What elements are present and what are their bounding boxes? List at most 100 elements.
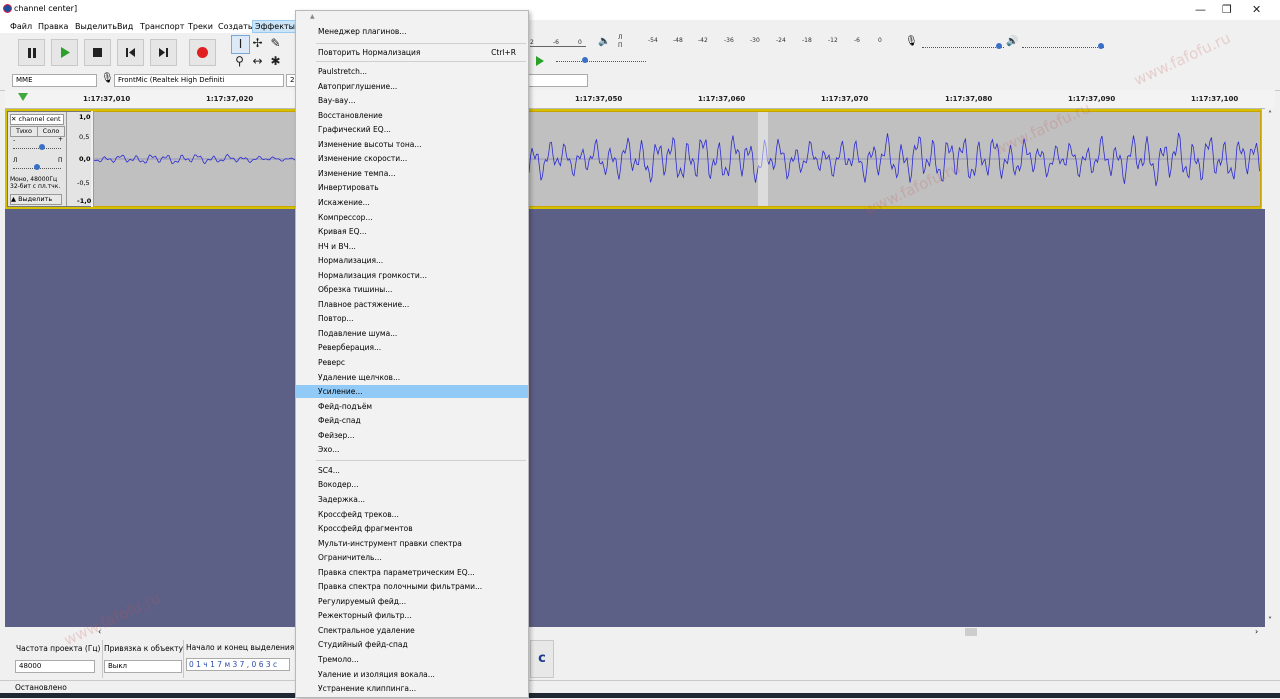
speaker-icon[interactable]: 🔈 — [598, 36, 610, 47]
menu-item-effect[interactable]: Вау-вау... — [296, 94, 528, 107]
scroll-down-icon[interactable]: ˅ — [1268, 616, 1272, 625]
multi-tool-icon[interactable]: ✱ — [267, 53, 284, 70]
play-speed-slider[interactable] — [556, 57, 646, 63]
stop-button[interactable] — [84, 39, 111, 66]
menu-generate[interactable]: Создать — [218, 22, 253, 31]
menu-item-effect[interactable]: Изменение темпа... — [296, 167, 528, 180]
envelope-tool-icon[interactable]: ✢ — [249, 35, 266, 52]
playback-volume-slider[interactable] — [1022, 40, 1104, 49]
menu-item-effect[interactable]: Правка спектра полочными фильтрами... — [296, 580, 528, 593]
menu-item-effect[interactable]: Искажение... — [296, 196, 528, 209]
menu-tracks[interactable]: Треки — [188, 22, 213, 31]
output-device-select[interactable] — [528, 74, 588, 87]
empty-track-area[interactable] — [5, 209, 1267, 627]
menu-item-effect[interactable]: Кроссфейд фрагментов — [296, 522, 528, 535]
input-device-select[interactable]: FrontMic (Realtek High Definiti — [114, 74, 284, 87]
menu-item-effect[interactable]: Автоприглушение... — [296, 80, 528, 93]
mute-button[interactable]: Тихо — [10, 126, 38, 137]
menu-item-effect[interactable]: Компрессор... — [296, 211, 528, 224]
track-menu-button[interactable]: ✕ channel cent — [10, 114, 64, 125]
menu-effects[interactable]: Эффекты — [252, 20, 298, 33]
waveform-area[interactable] — [93, 111, 1261, 207]
menu-item-effect[interactable]: Режекторный фильтр... — [296, 609, 528, 622]
menu-edit[interactable]: Правка — [38, 22, 68, 31]
menu-item-effect[interactable]: Тремоло... — [296, 653, 528, 666]
menu-item-effect[interactable]: Подавление шума... — [296, 327, 528, 340]
audio-host-select[interactable]: MME — [12, 74, 97, 87]
menu-item-effect[interactable]: Эхо... — [296, 443, 528, 456]
horizontal-scrollbar[interactable]: ‹ › — [5, 627, 1267, 638]
menu-item-effect[interactable]: Ограничитель... — [296, 551, 528, 564]
menu-select[interactable]: Выделить — [75, 22, 117, 31]
menu-item-effect[interactable]: SC4... — [296, 464, 528, 477]
menu-item-effect[interactable]: НЧ и ВЧ... — [296, 240, 528, 253]
play-button[interactable] — [51, 39, 78, 66]
window-title: channel center] — [14, 4, 78, 13]
play-at-speed-button[interactable] — [536, 56, 544, 66]
draw-tool-icon[interactable]: ✎ — [267, 35, 284, 52]
project-rate-select[interactable]: 48000 — [15, 660, 95, 673]
menu-item-effect[interactable]: Кроссфейд треков... — [296, 508, 528, 521]
pause-button[interactable] — [18, 39, 45, 66]
menu-item-effect[interactable]: Спектральное удаление — [296, 624, 528, 637]
record-button[interactable] — [189, 39, 216, 66]
scroll-up-icon[interactable]: ˄ — [1268, 110, 1272, 119]
menu-item-effect[interactable]: Удаление щелчков... — [296, 371, 528, 384]
menu-view[interactable]: Вид — [117, 22, 133, 31]
menu-item-effect[interactable]: Нормализация... — [296, 254, 528, 267]
zoom-tool-icon[interactable]: ⚲ — [231, 53, 248, 70]
minimize-button[interactable]: — — [1195, 3, 1206, 16]
menu-item-effect[interactable]: Paulstretch... — [296, 65, 528, 78]
menu-item-effect[interactable]: Инвертировать — [296, 181, 528, 194]
track-select-button[interactable]: ▲ Выделить — [10, 194, 62, 205]
selection-tool-icon[interactable]: I — [231, 35, 250, 54]
menu-item-effect[interactable]: Фейзер... — [296, 429, 528, 442]
menu-item-effect[interactable]: Графический EQ... — [296, 123, 528, 136]
menu-item-effect[interactable]: Восстановление — [296, 109, 528, 122]
playback-meter[interactable]: -54 -48 -42 -36 -30 -24 -18 -12 -6 0 — [640, 37, 890, 47]
snap-select[interactable]: Выкл — [104, 660, 182, 673]
menu-item-plugin-manager[interactable]: Менеджер плагинов... — [296, 25, 528, 38]
menu-item-effect[interactable]: Студийный фейд-спад — [296, 638, 528, 651]
gain-slider[interactable] — [13, 144, 61, 150]
skip-start-button[interactable] — [117, 39, 144, 66]
menu-item-effect[interactable]: Плавное растяжение... — [296, 298, 528, 311]
menu-item-effect[interactable]: Регулируемый фейд... — [296, 595, 528, 608]
timeshift-tool-icon[interactable]: ↔ — [249, 53, 266, 70]
play-head-icon[interactable] — [18, 93, 28, 101]
menu-item-effect[interactable]: Задержка... — [296, 493, 528, 506]
vertical-scrollbar[interactable]: ˄ ˅ — [1265, 108, 1280, 628]
menu-item-repeat-last[interactable]: Повторить Нормализация Ctrl+R — [296, 46, 528, 59]
close-icon[interactable]: ✕ — [11, 115, 16, 123]
record-volume-slider[interactable] — [922, 40, 1004, 49]
menu-item-effect[interactable]: Уаление и изоляция вокала... — [296, 668, 528, 681]
menu-item-effect[interactable]: Изменение скорости... — [296, 152, 528, 165]
menu-item-effect[interactable]: Повтор... — [296, 312, 528, 325]
menu-item-effect[interactable]: Усиление... — [296, 385, 528, 399]
selection-start-time[interactable]: 0 1 ч 1 7 м 3 7 , 0 6 3 с — [186, 658, 290, 671]
menu-item-effect[interactable]: Нормализация громкости... — [296, 269, 528, 282]
menu-item-label: Кривая EQ... — [318, 227, 367, 237]
scroll-right-icon[interactable]: › — [1255, 627, 1258, 636]
menu-item-effect[interactable]: Изменение высоты тона... — [296, 138, 528, 151]
skip-end-button[interactable] — [150, 39, 177, 66]
menu-item-effect[interactable]: Кривая EQ... — [296, 225, 528, 238]
scroll-thumb[interactable] — [965, 628, 977, 636]
close-button[interactable]: ✕ — [1252, 3, 1261, 16]
time-display[interactable]: с — [530, 640, 554, 678]
menu-file[interactable]: Файл — [10, 22, 32, 31]
menu-item-effect[interactable]: Фейд-спад — [296, 414, 528, 427]
menu-item-effect[interactable]: Обрезка тишины... — [296, 283, 528, 296]
menu-item-effect[interactable]: Вокодер... — [296, 478, 528, 491]
menu-item-effect[interactable]: Фейд-подъём — [296, 400, 528, 413]
scale-label: -0,5 — [77, 179, 90, 187]
menu-transport[interactable]: Транспорт — [140, 22, 184, 31]
menu-item-effect[interactable]: Реверс — [296, 356, 528, 369]
selection-region — [758, 112, 768, 206]
pan-slider[interactable] — [13, 164, 61, 170]
menu-item-effect[interactable]: Мульти-инструмент правки спектра — [296, 537, 528, 550]
menu-item-effect[interactable]: Реверберация... — [296, 341, 528, 354]
maximize-button[interactable]: ❐ — [1222, 3, 1232, 16]
menu-item-effect[interactable]: Правка спектра параметрическим EQ... — [296, 566, 528, 579]
menu-item-effect[interactable]: Устранение клиппинга... — [296, 682, 528, 695]
